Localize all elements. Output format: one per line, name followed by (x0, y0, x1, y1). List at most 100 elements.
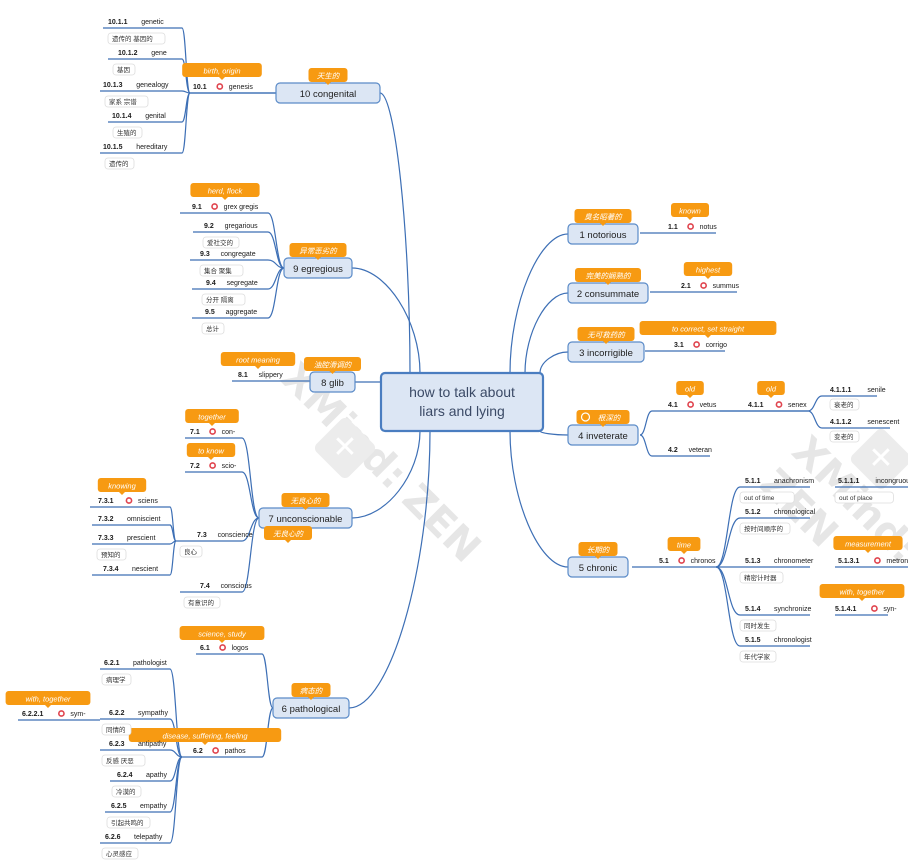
topic-title: 6 pathological (282, 704, 341, 715)
connector-line (169, 668, 183, 758)
subtopic-7-3-1[interactable]: 7.3.1 sciens (98, 497, 158, 505)
subtopic-6-1[interactable]: 6.1 logos (200, 644, 249, 652)
topic-chronic[interactable]: 5 chronic (567, 556, 629, 578)
subtopic-5-1-5[interactable]: 5.1.5 chronologist (745, 637, 812, 644)
topic-notorious[interactable]: 1 notorious (567, 223, 639, 245)
subtopic-6-2-4[interactable]: 6.2.4 apathy (117, 772, 168, 779)
subtopic-number: 7.4 (200, 583, 210, 590)
topic-title: 7 unconscionable (269, 514, 343, 525)
note-text: 良心 (184, 547, 198, 556)
connector-line (241, 437, 260, 519)
topic-glib[interactable]: 8 glib (309, 371, 356, 393)
subtopic-7-3[interactable]: 7.3 conscience (197, 532, 253, 539)
subtopic-8-1[interactable]: 8.1 slippery (238, 372, 283, 379)
subtopic-7-4[interactable]: 7.4 conscious (200, 583, 252, 590)
shape (219, 640, 225, 643)
subtopic-4-1[interactable]: 4.1 vetus (668, 401, 717, 409)
subtopic-1-1[interactable]: 1.1 notus (668, 223, 717, 231)
priority-marker-icon (693, 341, 700, 348)
subtopic-7-3-2[interactable]: 7.3.2 omniscient (98, 516, 161, 523)
label-text: 天生的 (317, 72, 341, 81)
subtopic-7-3-3[interactable]: 7.3.3 prescient (98, 535, 155, 542)
subtopic-2-1[interactable]: 2.1 summus (681, 282, 740, 290)
subtopic-text: summus (713, 283, 740, 290)
subtopic-10-1-3[interactable]: 10.1.3 genealogy (103, 82, 169, 89)
subtopic-5-1-3-1[interactable]: 5.1.3.1 metron (838, 557, 908, 565)
central-topic[interactable]: how to talk about liars and lying (379, 371, 545, 433)
label-text: disease, suffering, feeling (162, 732, 248, 741)
topic-label: 油腔滑调的 (304, 357, 361, 374)
note-tag: 爱社交的 (202, 236, 240, 249)
note-text: 病理学 (106, 675, 126, 684)
subtopic-4-1-1[interactable]: 4.1.1 senex (748, 401, 807, 409)
subtopic-text: sciens (138, 498, 158, 505)
subtopic-10-1-4[interactable]: 10.1.4 genital (112, 113, 166, 120)
connector-line (715, 566, 741, 647)
subtopic-text: incongruous (875, 478, 908, 485)
connector-line (807, 395, 823, 412)
subtopic-6-2-6[interactable]: 6.2.6 telepathy (105, 834, 163, 841)
subtopic-6-2-1[interactable]: 6.2.1 pathologist (104, 660, 167, 667)
topic-consummate[interactable]: 2 consummate (567, 282, 649, 304)
subtopic-6-2-5[interactable]: 6.2.5 empathy (111, 803, 167, 810)
subtopic-10-1[interactable]: 10.1 genesis (193, 83, 253, 91)
priority-marker-icon (209, 428, 216, 435)
label-text: with, together (839, 588, 885, 597)
subtopic-5-1-2[interactable]: 5.1.2 chronological (745, 509, 816, 516)
note-tag: 基因 (112, 63, 136, 76)
subtopic-text: segregate (227, 280, 258, 287)
topic-egregious[interactable]: 9 egregious (283, 257, 353, 279)
subtopic-label: known (671, 203, 709, 220)
subtopic-5-1-4[interactable]: 5.1.4 synchronize (745, 606, 811, 613)
subtopic-9-5[interactable]: 9.5 aggregate (205, 309, 257, 316)
subtopic-5-1-1[interactable]: 5.1.1 anachronism (745, 478, 814, 485)
topic-title: 8 glib (321, 378, 344, 389)
subtopic-5-1-4-1[interactable]: 5.1.4.1 syn- (835, 605, 897, 613)
subtopic-3-1[interactable]: 3.1 corrigo (674, 341, 727, 349)
priority-marker-icon (212, 747, 219, 754)
subtopic-9-3[interactable]: 9.3 congregate (200, 251, 256, 258)
subtopic-label: to know (186, 443, 236, 460)
label-text: 长期的 (587, 546, 611, 555)
subtopic-6-2-2[interactable]: 6.2.2 sympathy (109, 710, 168, 717)
subtopic-7-3-4[interactable]: 7.3.4 nescient (103, 566, 158, 573)
subtopic-4-1-1-1[interactable]: 4.1.1.1 senile (830, 387, 886, 394)
subtopic-10-1-1[interactable]: 10.1.1 genetic (108, 19, 164, 26)
connector-line (807, 410, 823, 429)
note-text: 变老的 (834, 432, 854, 441)
topic-incorrigible[interactable]: 3 incorrigible (567, 341, 645, 363)
subtopic-7-2[interactable]: 7.2 scio- (190, 462, 237, 470)
subtopic-label: knowing (97, 478, 147, 495)
subtopic-6-2-3[interactable]: 6.2.3 antipathy (109, 741, 167, 748)
subtopic-number: 10.1.2 (118, 50, 138, 57)
label-text: 异常恶劣的 (299, 247, 338, 256)
subtopic-9-2[interactable]: 9.2 gregarious (204, 223, 258, 230)
subtopic-text: genetic (141, 19, 164, 26)
priority-marker-icon (687, 401, 694, 408)
subtopic-5-1-1-1[interactable]: 5.1.1.1 incongruous (838, 478, 908, 485)
subtopic-6-2-2-1[interactable]: 6.2.2.1 sym- (22, 710, 86, 718)
subtopic-5-1-3[interactable]: 5.1.3 chronometer (745, 558, 814, 565)
topic-title: 2 consummate (577, 289, 639, 300)
subtopic-number: 10.1.5 (103, 144, 123, 151)
subtopic-number: 7.3.1 (98, 498, 114, 505)
topic-inveterate[interactable]: 4 inveterate (567, 424, 639, 446)
note-tag: 病理学 (101, 673, 132, 686)
label-text: 无可救药的 (587, 331, 626, 340)
subtopic-6-2[interactable]: 6.2 pathos (193, 747, 246, 755)
topic-congenital[interactable]: 10 congenital (275, 82, 381, 104)
subtopic-4-1-1-2[interactable]: 4.1.1.2 senescent (830, 419, 899, 426)
subtopic-10-1-5[interactable]: 10.1.5 hereditary (103, 144, 168, 151)
label-text: 臭名昭著的 (584, 213, 623, 222)
subtopic-4-2[interactable]: 4.2 veteran (668, 447, 712, 454)
label-text: knowing (108, 482, 136, 491)
subtopic-5-1[interactable]: 5.1 chronos (659, 557, 716, 565)
subtopic-text: omniscient (127, 516, 161, 523)
subtopic-9-4[interactable]: 9.4 segregate (206, 280, 258, 287)
subtopic-10-1-2[interactable]: 10.1.2 gene (118, 50, 167, 57)
topic-pathological[interactable]: 6 pathological (272, 697, 350, 719)
subtopic-9-1[interactable]: 9.1 grex gregis (192, 203, 259, 211)
subtopic-7-1[interactable]: 7.1 con- (190, 428, 236, 436)
priority-marker-icon (58, 710, 65, 717)
topic-unconscionable[interactable]: 7 unconscionable (258, 507, 353, 529)
